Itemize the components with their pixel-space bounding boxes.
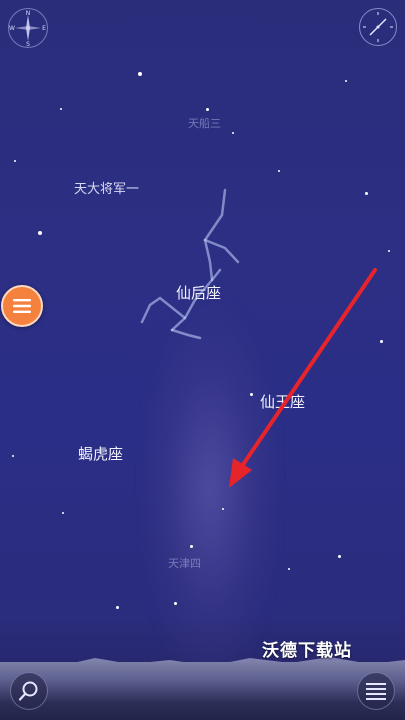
annotation-arrow — [229, 268, 377, 488]
compass-needle-icon — [363, 12, 393, 42]
side-menu-button[interactable] — [1, 285, 43, 327]
list-menu-button[interactable] — [357, 672, 395, 710]
ground-horizon — [0, 662, 405, 720]
compass-w: W — [9, 25, 15, 32]
sky-overlay — [0, 188, 405, 676]
orientation-button[interactable] — [359, 8, 397, 46]
search-button[interactable] — [10, 672, 48, 710]
compass-n: N — [26, 10, 31, 17]
compass-e: E — [42, 25, 46, 32]
compass-icon: N E S W — [9, 10, 46, 48]
list-icon — [366, 683, 386, 700]
cassiopeia-figure — [140, 188, 240, 340]
compass-s: S — [26, 41, 30, 47]
menu-icon — [13, 299, 31, 313]
search-icon — [18, 681, 38, 701]
compass-rose-button[interactable]: N E S W — [8, 8, 48, 48]
watermark-text: 沃德下载站 — [262, 641, 352, 661]
sky-view[interactable]: 天船三 天大将军一 仙后座 仙王座 蝎虎座 天津四 — [0, 0, 405, 720]
